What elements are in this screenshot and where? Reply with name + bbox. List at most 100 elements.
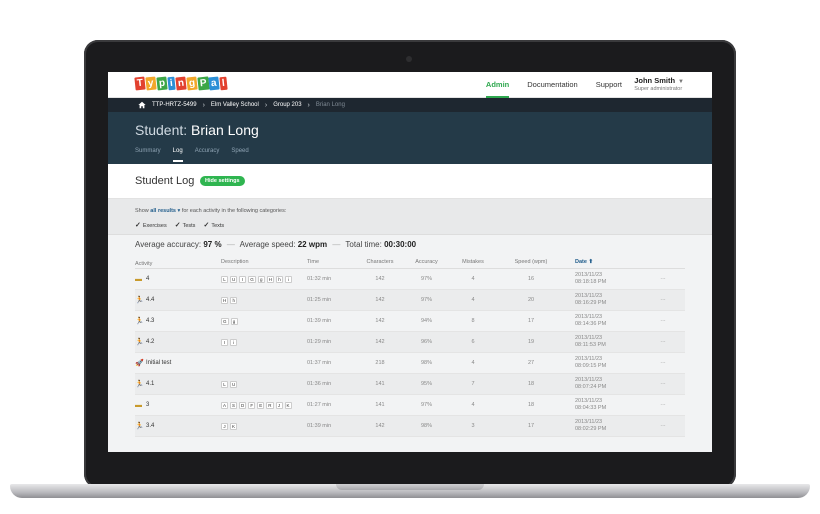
time-of-day: 08:09:15 PM	[575, 363, 607, 369]
col-mistakes[interactable]: Mistakes	[449, 259, 497, 268]
time-cell: 01:27 min	[307, 402, 332, 408]
description-cell: LU	[221, 380, 307, 388]
activity-name: 4.4	[146, 297, 155, 303]
more-options-icon[interactable]: ···	[653, 297, 673, 303]
hide-settings-button[interactable]: Hide settings	[200, 176, 245, 186]
keyboard-icon: ▬	[135, 275, 142, 283]
separator: —	[332, 240, 341, 249]
time-cell: 01:37 min	[307, 360, 332, 366]
home-icon[interactable]	[138, 101, 146, 109]
checkbox-exercises[interactable]: ✓ Exercises	[135, 221, 167, 229]
col-accuracy[interactable]: Accuracy	[404, 259, 449, 268]
activity-name: 4	[146, 276, 150, 282]
user-menu[interactable]: John Smith ▼ Super administrator	[634, 76, 684, 92]
chevron-down-icon[interactable]: ▾	[178, 208, 181, 214]
table-row[interactable]: 🏃 4.3 Gg 01:39 min 142 94% 8 17 2013/11/…	[135, 311, 685, 332]
student-header: Student: Brian Long Summary Log Accuracy…	[108, 112, 712, 164]
tab-log[interactable]: Log	[172, 148, 183, 162]
table-row[interactable]: ▬ 4 LUIGgHhi 01:32 min 142 97% 4 16 2013…	[135, 269, 685, 290]
key-cap: h	[230, 296, 238, 304]
speed-cell: 18	[527, 402, 535, 408]
runner-icon: 🏃	[135, 297, 144, 304]
date-value: 2013/11/23	[575, 293, 603, 299]
time-label: Total time:	[345, 240, 382, 249]
crumb-group[interactable]: Group 203	[273, 102, 301, 108]
chevron-down-icon: ▼	[678, 79, 684, 85]
app-screen: TypingPal Admin Documentation Support Jo…	[108, 72, 712, 452]
col-activity[interactable]: Activity	[135, 259, 221, 268]
runner-icon: 🏃	[135, 339, 144, 346]
crumb-school[interactable]: Elm Valley School	[211, 102, 259, 108]
crumb-account[interactable]: TTP-HRTZ-5499	[152, 102, 197, 108]
student-name: Brian Long	[191, 122, 259, 138]
show-suffix: for each activity in the following categ…	[181, 208, 287, 214]
more-options-icon[interactable]: ···	[653, 381, 673, 387]
table-row[interactable]: 🏃 4.2 Ii 01:29 min 142 96% 6 19 2013/11/…	[135, 332, 685, 353]
date-cell: 2013/11/23 08:18:18 PM	[565, 272, 653, 286]
speed-label: Average speed:	[239, 240, 296, 249]
check-icon: ✓	[203, 222, 210, 229]
more-options-icon[interactable]: ···	[653, 318, 673, 324]
page-title: Student: Brian Long	[135, 122, 259, 138]
tab-accuracy[interactable]: Accuracy	[195, 148, 220, 162]
checkbox-texts[interactable]: ✓ Texts	[203, 221, 224, 229]
time-cell: 01:29 min	[307, 339, 332, 345]
date-value: 2013/11/23	[575, 419, 603, 425]
activity-name: 4.1	[146, 381, 155, 387]
tab-speed[interactable]: Speed	[231, 148, 248, 162]
date-value: 2013/11/23	[575, 272, 603, 278]
col-characters[interactable]: Characters	[356, 259, 404, 268]
checkbox-tests[interactable]: ✓ Tests	[175, 221, 196, 229]
col-description[interactable]: Description	[221, 259, 307, 268]
col-speed[interactable]: Speed (wpm)	[497, 259, 565, 268]
logo-letter: l	[219, 76, 228, 91]
user-name: John Smith	[634, 76, 676, 85]
date-cell: 2013/11/23 08:16:29 PM	[565, 293, 653, 307]
title-prefix: Student:	[135, 122, 188, 138]
col-date[interactable]: Date ⬆	[565, 259, 653, 268]
log-header: Student Log Hide settings	[108, 164, 712, 199]
results-dropdown[interactable]: all results	[150, 208, 176, 214]
table-row[interactable]: ▬ 3 ASDFERJK 01:27 min 141 97% 4 18 2013…	[135, 395, 685, 416]
checkbox-label: Exercises	[142, 223, 167, 229]
more-options-icon[interactable]: ···	[653, 360, 673, 366]
date-value: 2013/11/23	[575, 314, 603, 320]
key-cap: D	[239, 401, 247, 409]
keyboard-icon: ▬	[135, 401, 142, 409]
characters-cell: 142	[375, 318, 385, 324]
time-of-day: 08:04:33 PM	[575, 405, 607, 411]
accuracy-label: Average accuracy:	[135, 240, 202, 249]
col-time[interactable]: Time	[307, 259, 356, 268]
checkbox-label: Texts	[211, 223, 225, 229]
more-options-icon[interactable]: ···	[653, 402, 673, 408]
speed-cell: 19	[527, 339, 535, 345]
nav-documentation[interactable]: Documentation	[527, 72, 577, 98]
table-row[interactable]: 🏃 4.1 LU 01:36 min 141 95% 7 18 2013/11/…	[135, 374, 685, 395]
time-cell: 01:36 min	[307, 381, 332, 387]
chevron-right-icon: ›	[264, 101, 268, 109]
key-cap: g	[257, 275, 265, 283]
speed-cell: 17	[527, 423, 535, 429]
activity-name: Initial test	[146, 360, 172, 366]
activity-cell: 🏃 3.4	[135, 422, 221, 430]
time-cell: 01:39 min	[307, 318, 332, 324]
date-cell: 2013/11/23 08:11:53 PM	[565, 335, 653, 349]
logo-letter: y	[145, 76, 157, 91]
characters-cell: 142	[375, 276, 385, 282]
nav-support[interactable]: Support	[596, 72, 622, 98]
table-row[interactable]: 🚀 Initial test 01:37 min 218 98% 4 27 20…	[135, 353, 685, 374]
date-cell: 2013/11/23 08:02:29 PM	[565, 419, 653, 433]
more-options-icon[interactable]: ···	[653, 423, 673, 429]
more-options-icon[interactable]: ···	[653, 276, 673, 282]
activity-cell: 🏃 4.3	[135, 317, 221, 325]
table-row[interactable]: 🏃 3.4 JK 01:39 min 142 98% 3 17 2013/11/…	[135, 416, 685, 437]
mistakes-cell: 4	[471, 402, 475, 408]
more-options-icon[interactable]: ···	[653, 339, 673, 345]
date-cell: 2013/11/23 08:07:24 PM	[565, 377, 653, 391]
date-value: 2013/11/23	[575, 398, 603, 404]
typingpal-logo[interactable]: TypingPal	[134, 76, 228, 91]
check-icon: ✓	[174, 222, 181, 229]
nav-admin[interactable]: Admin	[485, 72, 510, 98]
table-row[interactable]: 🏃 4.4 Hh 01:25 min 142 97% 4 20 2013/11/…	[135, 290, 685, 311]
tab-summary[interactable]: Summary	[135, 148, 161, 162]
